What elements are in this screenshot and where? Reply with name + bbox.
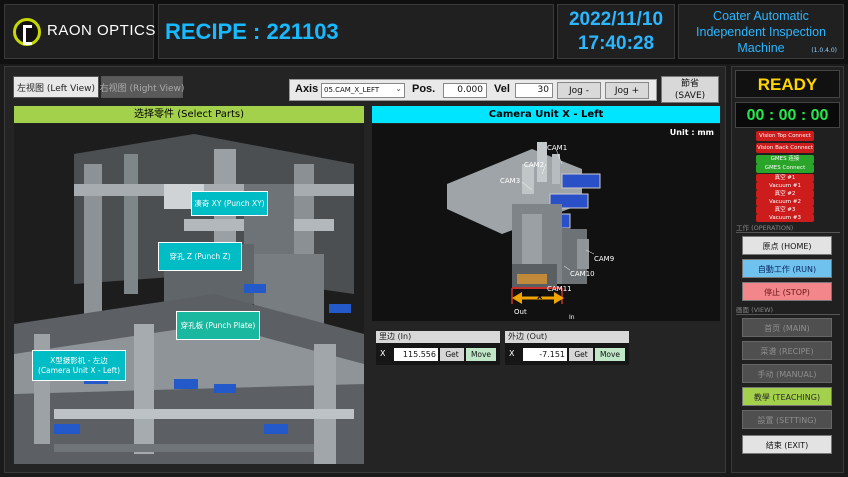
manual-view-button[interactable]: 手动 (MANUAL) [742,364,832,383]
vacuum3-indicator: Vacuum #3 [756,214,814,222]
in-position-value[interactable]: 115.556 [394,348,438,361]
machine-status: READY [735,70,840,98]
axis-control-bar: Axis 05.CAM_X_LEFT ⌄ Pos. 0.000 Vel 30 J… [289,79,657,101]
setting-view-button[interactable]: 設置 (SETTING) [742,410,832,429]
out-position-panel: 外边 (Out) X -7.151 Get Move [505,331,629,365]
app-title: Coater Automatic Independent Inspection … [678,4,844,59]
jog-minus-button[interactable]: Jog - [557,82,601,99]
tag-camera-unit-x-left[interactable]: X型摄影机 - 左边 (Camera Unit X - Left) [32,350,126,381]
chevron-down-icon: ⌄ [395,84,402,93]
vacuum1-indicator-cn: 真空 #1 [756,174,814,182]
version-label: (1.0.4.0) [811,47,837,54]
save-button[interactable]: 節省 (SAVE) [661,76,719,103]
gmes-indicator-cn: GMES 连接 [756,155,814,164]
gmes-indicator: GMES Connect [756,164,814,173]
operation-section-label: 工作 (OPERATION) [736,224,840,233]
in-axis-label: X [380,349,386,358]
cam1-label: CAM1 [547,144,568,152]
vacuum2-indicator: Vacuum #2 [756,198,814,206]
pos-label: Pos. [412,83,436,95]
camera-unit-illustration [447,142,601,304]
axis-label: Axis [295,83,319,95]
out-label: Out [514,308,527,316]
tag-punch-z[interactable]: 穿孔 Z (Punch Z) [158,242,242,271]
axis-select-value: 05.CAM_X_LEFT [324,86,380,94]
save-button-label: (SAVE) [674,91,706,101]
header-bar: RAON OPTICS RECIPE : 221103 2022/11/10 1… [0,0,848,64]
tag-camera-unit-line1: X型摄影机 - 左边 [50,355,108,365]
app-title-line2: Independent Inspection [696,25,826,39]
in-position-panel: 里边 (In) X 115.556 Get Move [376,331,500,365]
recipe-display: RECIPE : 221103 [158,4,554,59]
cam9-label: CAM9 [594,255,615,263]
in-position-title: 里边 (In) [376,331,500,343]
out-move-button[interactable]: Move [595,348,625,361]
tag-camera-unit-line2: (Camera Unit X - Left) [37,365,121,375]
select-parts-header: 选择零件 (Select Parts) [14,106,364,123]
in-move-button[interactable]: Move [466,348,496,361]
cam2-label: CAM2 [524,161,545,169]
out-axis-label: X [509,349,515,358]
machine-illustration [14,124,364,464]
save-button-label-cn: 節省 [680,79,699,89]
home-button[interactable]: 原点 (HOME) [742,236,832,255]
recipe-view-button[interactable]: 菜谱 (RECIPE) [742,341,832,360]
raon-logo-icon [13,18,41,46]
in-get-button[interactable]: Get [440,348,464,361]
cycle-timer: 00 : 00 : 00 [735,102,840,128]
in-label: In [569,314,575,321]
vision-back-indicator: Vision Back Connect [756,143,814,153]
date-text: 2022/11/10 [568,9,664,30]
axis-select[interactable]: 05.CAM_X_LEFT ⌄ [321,83,405,98]
out-position-title: 外边 (Out) [505,331,629,343]
tab-right-view[interactable]: 右视图 (Right View) [100,76,184,98]
status-sidebar: READY 00 : 00 : 00 Vision Top Connect Vi… [731,66,844,473]
jog-plus-button[interactable]: Jog + [605,82,649,99]
exit-button[interactable]: 结束 (EXIT) [742,435,832,454]
machine-3d-view: 凑奇 XY (Punch XY) 穿孔 Z (Punch Z) 穿孔板 (Pun… [14,124,364,464]
cam3-label: CAM3 [500,177,521,185]
stop-button[interactable]: 停止 (STOP) [742,282,832,301]
vel-field[interactable]: 30 [515,83,553,98]
x-label: X [537,293,543,301]
tag-punch-plate[interactable]: 穿孔板 (Punch Plate) [176,311,260,340]
datetime-display: 2022/11/10 17:40:28 [557,4,675,59]
app-title-line1: Coater Automatic [713,9,809,23]
logo: RAON OPTICS [4,4,156,59]
main-panel: 左视图 (Left View) 右视图 (Right View) Axis 05… [4,66,726,473]
vacuum1-indicator: Vacuum #1 [756,182,814,190]
pos-field[interactable]: 0.000 [443,83,487,98]
teaching-view-button[interactable]: 教學 (TEACHING) [742,387,832,406]
recipe-label: RECIPE : 221103 [165,19,339,44]
tab-left-view[interactable]: 左视图 (Left View) [13,76,99,98]
camera-unit-header: Camera Unit X - Left [372,106,720,123]
tag-punch-xy[interactable]: 凑奇 XY (Punch XY) [191,191,268,216]
main-view-button[interactable]: 首页 (MAIN) [742,318,832,337]
view-section-label: 画面 (VIEW) [736,306,840,315]
vision-top-indicator: Vision Top Connect [756,131,814,141]
run-button[interactable]: 自動工作 (RUN) [742,259,832,278]
out-position-value[interactable]: -7.151 [523,348,567,361]
cam10-label: CAM10 [570,270,595,278]
camera-unit-view: Unit : mm CAM1 CAM2 CAM3 CAM9 CAM10 CAM1… [372,124,720,321]
cam11-label: CAM11 [547,285,572,293]
vacuum2-indicator-cn: 真空 #2 [756,190,814,198]
logo-text: RAON OPTICS [47,22,156,39]
vel-label: Vel [494,83,510,95]
out-get-button[interactable]: Get [569,348,593,361]
time-text: 17:40:28 [577,33,655,54]
vacuum3-indicator-cn: 真空 #3 [756,206,814,214]
unit-label: Unit : mm [669,128,714,137]
